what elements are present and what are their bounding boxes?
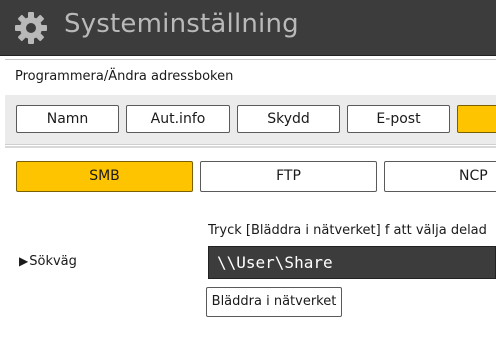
tab-namn[interactable]: Namn xyxy=(16,105,119,133)
page-title: Systeminställning xyxy=(64,9,299,39)
browse-network-button[interactable]: Bläddra i nätverket xyxy=(206,287,342,317)
divider xyxy=(5,146,496,148)
subtab-ftp[interactable]: FTP xyxy=(200,161,377,192)
tab-bar: Namn Aut.info Skydd E-post N xyxy=(5,95,496,145)
path-input[interactable]: \\User\Share xyxy=(208,246,496,279)
subtab-smb[interactable]: SMB xyxy=(16,161,193,192)
tab-aut-info[interactable]: Aut.info xyxy=(126,105,230,133)
gear-icon xyxy=(15,12,47,44)
path-hint-text: Tryck [Bläddra i nätverket] f att välja … xyxy=(208,223,487,238)
sub-header: Programmera/Ändra adressboken xyxy=(5,59,496,97)
title-bar: Systeminställning xyxy=(0,0,496,56)
path-label: ▶Sökväg xyxy=(19,254,77,269)
tab-skydd[interactable]: Skydd xyxy=(237,105,340,133)
sub-header-title: Programmera/Ändra adressboken xyxy=(15,69,234,84)
path-label-text: Sökväg xyxy=(29,254,77,269)
tab-next-active[interactable]: N xyxy=(457,105,496,133)
subtab-ncp[interactable]: NCP xyxy=(384,161,496,192)
arrow-right-icon: ▶ xyxy=(19,254,29,268)
tab-e-post[interactable]: E-post xyxy=(347,105,450,133)
